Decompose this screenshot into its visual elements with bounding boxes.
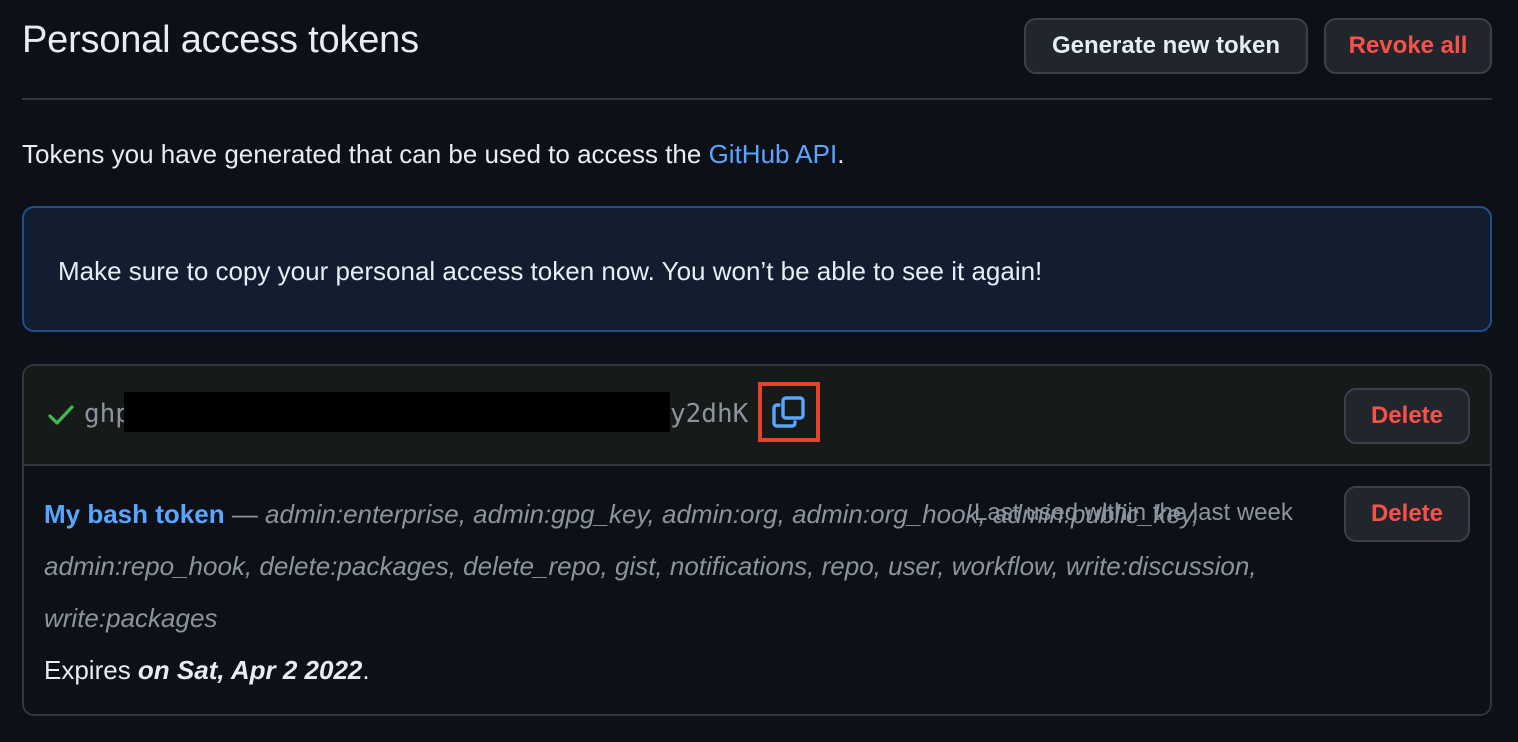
expires-prefix: Expires <box>44 655 138 685</box>
flash-message: Make sure to copy your personal access t… <box>58 256 1043 286</box>
copy-token-button[interactable] <box>758 382 820 442</box>
generate-new-token-button[interactable]: Generate new token <box>1024 18 1308 74</box>
token-expiration: Expires on Sat, Apr 2 2022. <box>44 648 370 692</box>
token-list: ghp y2dhK Delete My bash token — admin:e… <box>22 364 1492 716</box>
new-token-row: ghp y2dhK Delete <box>24 366 1490 466</box>
page: Personal access tokens Generate new toke… <box>0 0 1518 742</box>
expires-date: on Sat, Apr 2 2022 <box>137 655 363 685</box>
expires-suffix: . <box>362 655 370 685</box>
github-api-link[interactable]: GitHub API <box>709 139 838 169</box>
flash-notice: Make sure to copy your personal access t… <box>22 206 1492 332</box>
token-suffix: y2dhK <box>670 399 749 429</box>
copy-icon <box>772 396 805 428</box>
delete-new-token-button[interactable]: Delete <box>1344 388 1470 444</box>
page-title: Personal access tokens <box>22 19 419 61</box>
revoke-all-button[interactable]: Revoke all <box>1324 18 1492 74</box>
token-separator: — <box>224 499 266 529</box>
token-last-used: Last used within the last week <box>974 499 1293 526</box>
check-icon <box>48 405 74 425</box>
token-name-link[interactable]: My bash token <box>44 499 225 529</box>
intro-text-after: . <box>837 139 845 169</box>
page-header: Personal access tokens Generate new toke… <box>22 0 1492 100</box>
delete-token-button[interactable]: Delete <box>1344 486 1470 542</box>
intro-text-before: Tokens you have generated that can be us… <box>22 139 709 169</box>
redacted-token-bar <box>124 392 670 432</box>
intro-text: Tokens you have generated that can be us… <box>22 136 844 172</box>
